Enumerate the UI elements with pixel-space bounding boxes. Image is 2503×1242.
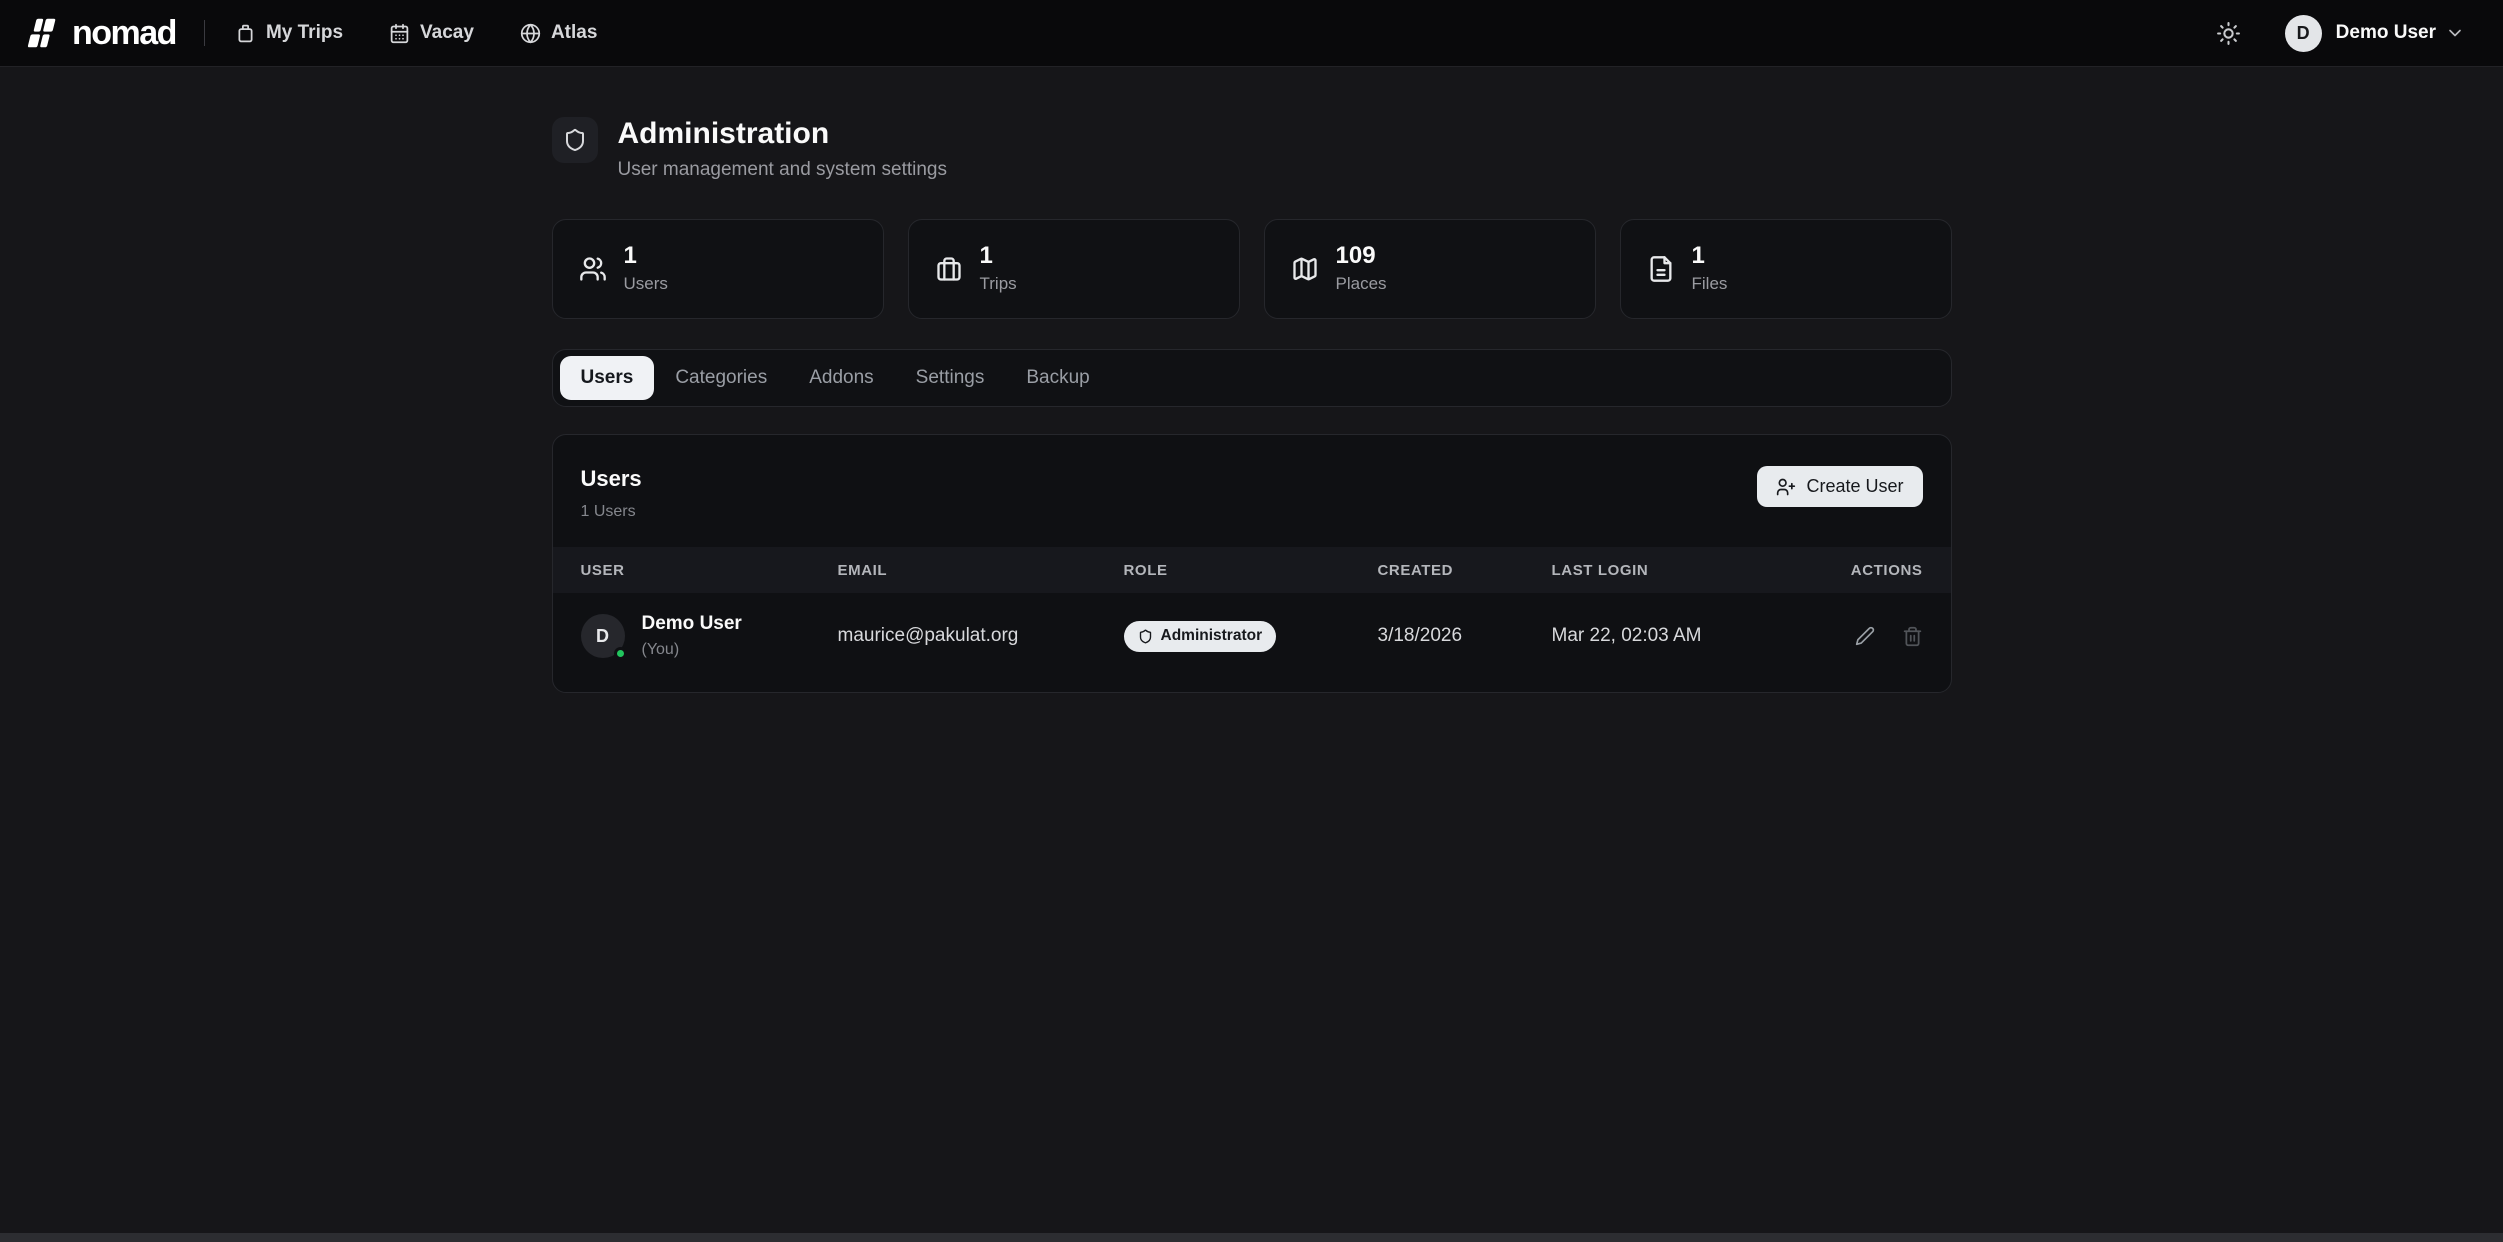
nav-item-atlas[interactable]: Atlas [520,22,597,44]
panel-subtitle: 1 Users [581,503,642,521]
role-badge: Administrator [1124,621,1277,652]
nav-item-label: My Trips [266,22,343,44]
users-panel-header: Users 1 Users Create User [553,435,1951,547]
stat-cards: 1 Users 1 Trips 109 [552,219,1952,319]
avatar: D [581,614,625,658]
nav-item-label: Atlas [551,22,597,44]
user-plus-icon [1776,477,1796,497]
column-actions: ACTIONS [1831,562,1923,579]
tab-users[interactable]: Users [560,356,655,400]
panel-title: Users [581,466,642,492]
stat-label: Places [1336,274,1387,294]
nav-item-my-trips[interactable]: My Trips [235,22,343,44]
stat-label: Users [624,274,668,294]
sun-icon [2216,21,2241,46]
stat-value: 109 [1336,244,1387,268]
chevron-down-icon [2445,23,2465,43]
nomad-logo-icon [26,15,62,51]
tab-backup[interactable]: Backup [1005,356,1110,400]
column-role: ROLE [1124,562,1378,579]
luggage-icon [235,23,256,44]
user-display-name: Demo User [642,613,742,635]
briefcase-icon [935,255,963,283]
avatar-initial: D [596,626,609,647]
tab-addons[interactable]: Addons [788,356,894,400]
nav-item-vacay[interactable]: Vacay [389,22,474,44]
top-navbar: nomad My Trips Vacay [0,0,2503,67]
stat-card-trips: 1 Trips [908,219,1240,319]
row-actions [1831,626,1923,647]
stat-value: 1 [1692,244,1728,268]
tab-categories[interactable]: Categories [654,356,788,400]
role-label: Administrator [1161,627,1263,645]
table-header: USER EMAIL ROLE CREATED LAST LOGIN ACTIO… [553,547,1951,593]
created-date: 3/18/2026 [1378,625,1552,647]
stat-label: Files [1692,274,1728,294]
brand-logo[interactable]: nomad [26,14,176,53]
avatar: D [2285,15,2322,52]
nav-divider [204,20,205,46]
stat-card-users: 1 Users [552,219,884,319]
admin-tabs: Users Categories Addons Settings Backup [552,349,1952,407]
shield-icon [1138,629,1153,644]
globe-icon [520,23,541,44]
stat-card-files: 1 Files [1620,219,1952,319]
stat-label: Trips [980,274,1017,294]
main-content: Administration User management and syste… [552,117,1952,693]
column-email: EMAIL [838,562,1124,579]
user-email: maurice@pakulat.org [838,625,1124,647]
stat-value: 1 [624,244,668,268]
user-cell: D Demo User (You) [581,613,838,659]
nav-right: D Demo User [2212,15,2465,52]
brand-name: nomad [72,14,176,53]
page-title: Administration [618,117,948,150]
stat-value: 1 [980,244,1017,268]
create-user-button[interactable]: Create User [1757,466,1922,507]
calendar-icon [389,23,410,44]
theme-toggle-button[interactable] [2212,17,2245,50]
pencil-icon [1855,626,1875,646]
page-subtitle: User management and system settings [618,159,948,181]
users-icon [579,255,607,283]
delete-user-button[interactable] [1902,626,1923,647]
table-row: D Demo User (You) maurice@pakulat.org [553,593,1951,679]
user-name: Demo User [2336,22,2436,44]
last-login-date: Mar 22, 02:03 AM [1552,625,1831,647]
trash-icon [1902,626,1923,647]
stat-card-places: 109 Places [1264,219,1596,319]
page-header: Administration User management and syste… [552,117,1952,181]
you-label: (You) [642,641,742,659]
nav-links: My Trips Vacay Atlas [235,22,597,44]
nav-item-label: Vacay [420,22,474,44]
column-last-login: LAST LOGIN [1552,562,1831,579]
users-panel: Users 1 Users Create User USER EMAIL ROL… [552,434,1952,693]
file-icon [1647,255,1675,283]
column-user: USER [581,562,838,579]
user-menu[interactable]: D Demo User [2285,15,2465,52]
online-status-dot [614,647,627,660]
shield-icon [552,117,598,163]
edit-user-button[interactable] [1855,626,1875,646]
column-created: CREATED [1378,562,1552,579]
bottom-scrollbar-strip[interactable] [0,1233,2503,1242]
map-icon [1291,255,1319,283]
create-user-label: Create User [1806,476,1903,497]
tab-settings[interactable]: Settings [895,356,1006,400]
